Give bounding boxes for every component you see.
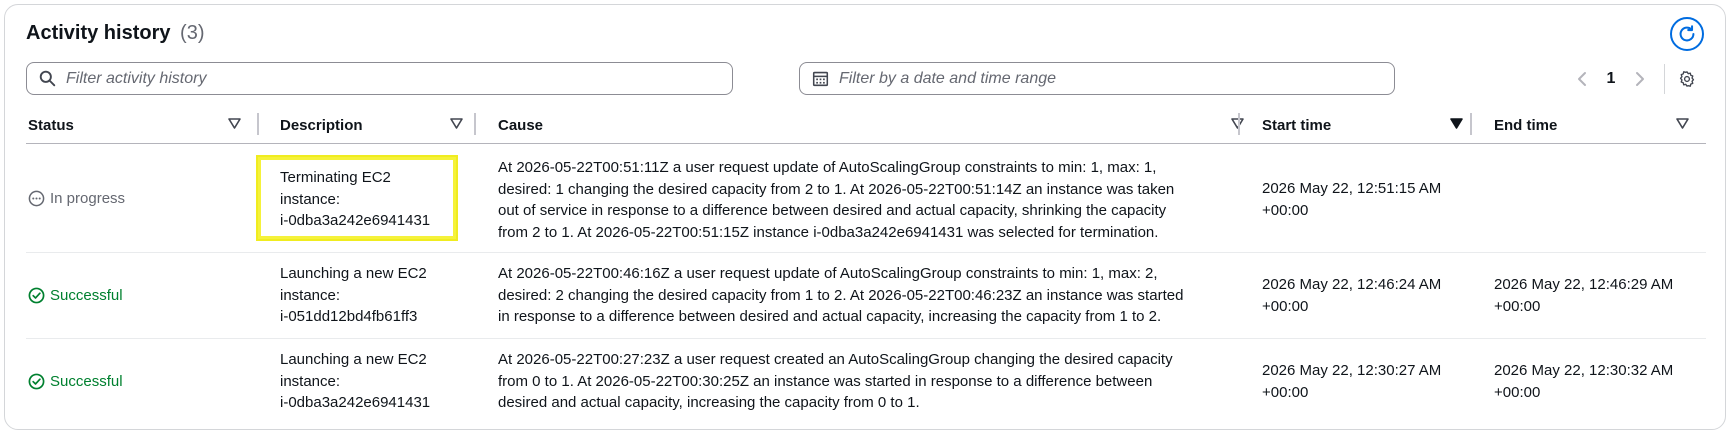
column-label-status: Status bbox=[28, 116, 74, 134]
end-time-cell: 2026 May 22, 12:30:32 AM +00:00 bbox=[1494, 360, 1704, 403]
sort-caret-icon[interactable] bbox=[1676, 118, 1689, 129]
chevron-right-icon bbox=[1636, 72, 1644, 86]
column-header-description[interactable]: Description bbox=[280, 110, 480, 140]
cause-line: desired: 2 changing the desired capacity… bbox=[498, 286, 1184, 304]
start-time-line: 2026 May 22, 12:46:24 AM bbox=[1262, 276, 1442, 293]
start-time-line: +00:00 bbox=[1262, 201, 1309, 219]
column-label-start-time: Start time bbox=[1262, 116, 1332, 134]
cause-line: out of service in response to a differen… bbox=[498, 202, 1167, 219]
column-label-end-time: End time bbox=[1494, 116, 1558, 134]
description-line: instance: bbox=[280, 286, 341, 304]
description-line: instance: bbox=[280, 372, 341, 390]
title-text: Activity history bbox=[26, 22, 171, 44]
success-icon bbox=[28, 373, 45, 390]
start-time-cell: 2026 May 22, 12:30:27 AM +00:00 bbox=[1262, 360, 1472, 403]
description-cell: Launching a new EC2 instance: i-051dd12b… bbox=[280, 263, 470, 328]
end-time-line: 2026 May 22, 12:46:29 AM bbox=[1494, 276, 1674, 293]
column-header-end-time[interactable]: End time bbox=[1494, 110, 1704, 140]
refresh-button[interactable] bbox=[1670, 17, 1704, 51]
next-page-button[interactable] bbox=[1626, 65, 1654, 93]
start-time-line: 2026 May 22, 12:51:15 AM bbox=[1262, 180, 1442, 197]
status-text: Successful bbox=[50, 373, 123, 390]
description-line: i-0dba3a242e6941431 bbox=[280, 394, 431, 411]
column-label-cause: Cause bbox=[498, 116, 544, 134]
current-page[interactable]: 1 bbox=[1596, 70, 1626, 88]
start-time-line: 2026 May 22, 12:30:27 AM bbox=[1262, 362, 1442, 379]
search-field[interactable] bbox=[26, 62, 733, 95]
start-time-cell: 2026 May 22, 12:46:24 AM +00:00 bbox=[1262, 274, 1472, 317]
gear-icon bbox=[1679, 71, 1695, 87]
column-header-status[interactable]: Status bbox=[28, 110, 248, 140]
start-time-line: +00:00 bbox=[1262, 383, 1309, 401]
previous-page-button[interactable] bbox=[1568, 65, 1596, 93]
date-range-field[interactable] bbox=[799, 62, 1395, 95]
column-resize-handle[interactable] bbox=[1470, 113, 1472, 135]
cause-line: desired and actual capacity, increasing … bbox=[498, 394, 920, 411]
cause-line: desired: 1 changing the desired capacity… bbox=[498, 180, 1175, 198]
cause-line: At 2026-05-22T00:27:23Z a user request c… bbox=[498, 351, 1173, 368]
end-time-line: +00:00 bbox=[1494, 383, 1541, 401]
cause-cell: At 2026-05-22T00:27:23Z a user request c… bbox=[498, 349, 1238, 414]
description-line: i-051dd12bd4fb61ff3 bbox=[280, 308, 418, 325]
column-resize-handle[interactable] bbox=[1238, 113, 1240, 135]
date-range-input[interactable] bbox=[839, 69, 1363, 88]
search-icon bbox=[39, 70, 56, 87]
pager-divider bbox=[1664, 64, 1665, 94]
search-input[interactable] bbox=[66, 69, 690, 88]
cause-line: from 0 to 1. At 2026-05-22T00:30:25Z an … bbox=[498, 372, 1153, 390]
cause-line: At 2026-05-22T00:46:16Z a user request u… bbox=[498, 265, 1158, 282]
refresh-icon bbox=[1679, 25, 1695, 42]
cause-line: from 2 to 1. At 2026-05-22T00:51:15Z ins… bbox=[498, 223, 1159, 241]
table-row[interactable]: Successful Launching a new EC2 instance:… bbox=[26, 253, 1706, 339]
status-cell: Successful bbox=[28, 371, 123, 393]
preferences-button[interactable] bbox=[1675, 67, 1699, 91]
page-title: Activity history (3) bbox=[26, 22, 205, 45]
description-cell: Launching a new EC2 instance: i-0dba3a24… bbox=[280, 349, 470, 414]
table-row[interactable]: Successful Launching a new EC2 instance:… bbox=[26, 339, 1706, 425]
status-text: In progress bbox=[50, 190, 126, 207]
column-resize-handle[interactable] bbox=[257, 113, 259, 135]
column-label-description: Description bbox=[280, 116, 363, 134]
sort-caret-icon[interactable] bbox=[450, 118, 463, 129]
cause-line: At 2026-05-22T00:51:11Z a user request u… bbox=[498, 159, 1157, 176]
calendar-icon bbox=[812, 71, 829, 87]
column-header-cause[interactable]: Cause bbox=[498, 110, 1248, 140]
start-time-line: +00:00 bbox=[1262, 297, 1309, 315]
cause-cell: At 2026-05-22T00:51:11Z a user request u… bbox=[498, 157, 1238, 243]
start-time-cell: 2026 May 22, 12:51:15 AM +00:00 bbox=[1262, 178, 1472, 221]
description-line: Launching a new EC2 bbox=[280, 351, 427, 368]
end-time-cell: 2026 May 22, 12:46:29 AM +00:00 bbox=[1494, 274, 1704, 317]
title-count: (3) bbox=[180, 22, 205, 44]
end-time-line: 2026 May 22, 12:30:32 AM bbox=[1494, 362, 1674, 379]
column-header-start-time[interactable]: Start time bbox=[1262, 110, 1472, 140]
chevron-left-icon bbox=[1578, 72, 1586, 86]
highlight-box bbox=[258, 157, 456, 239]
sort-caret-filled-icon[interactable] bbox=[1450, 118, 1463, 129]
success-icon bbox=[28, 287, 45, 304]
status-text: Successful bbox=[50, 287, 123, 304]
sort-caret-icon[interactable] bbox=[228, 118, 241, 129]
description-line: Launching a new EC2 bbox=[280, 265, 427, 282]
status-cell: In progress bbox=[28, 188, 125, 210]
cause-line: in response to a difference between desi… bbox=[498, 308, 1162, 325]
in-progress-icon bbox=[28, 190, 45, 207]
column-resize-handle[interactable] bbox=[474, 113, 476, 135]
cause-cell: At 2026-05-22T00:46:16Z a user request u… bbox=[498, 263, 1238, 328]
pagination: 1 bbox=[1568, 64, 1699, 94]
status-cell: Successful bbox=[28, 285, 123, 307]
end-time-line: +00:00 bbox=[1494, 297, 1541, 315]
table-header: Status Description Cause Start time End … bbox=[26, 110, 1706, 144]
